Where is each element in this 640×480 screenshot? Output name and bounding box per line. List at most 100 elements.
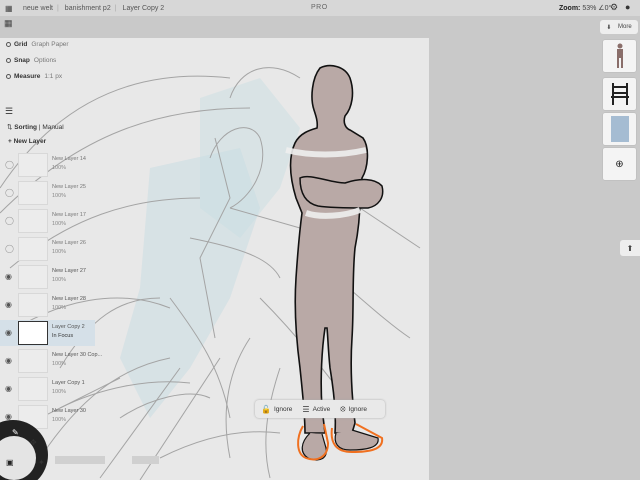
eye-icon[interactable]: ◉ <box>5 328 12 337</box>
breadcrumb-project[interactable]: neue welt <box>23 5 53 12</box>
layer-thumbnail <box>18 209 48 233</box>
eraser-tool-icon[interactable]: ✦ <box>38 458 45 467</box>
plus-circle-icon: ⊕ <box>615 158 624 170</box>
layer-row-active[interactable]: ◉ Layer Copy 2 In Focus <box>0 320 95 346</box>
layer-opacity: 100% <box>52 417 67 423</box>
layer-scrollbar[interactable] <box>55 456 105 464</box>
layer-thumbnail <box>18 349 48 373</box>
layer-name: Layer Copy 1 <box>52 380 85 386</box>
chair-thumbnail-icon <box>610 83 629 105</box>
sorting-toggle[interactable]: ⇅ Sorting | Manual <box>7 123 64 131</box>
layer-row[interactable]: ◯ New Layer 26 100% <box>0 236 95 262</box>
layer-thumbnail <box>18 377 48 401</box>
layer-row[interactable]: ◉ Layer Copy 1 100% <box>0 376 95 402</box>
measure-value: 1:1 px <box>44 73 63 80</box>
sorting-label: Sorting <box>14 124 38 131</box>
eye-closed-icon[interactable]: ◯ <box>5 160 14 169</box>
more-button[interactable]: ⬇ More <box>600 20 638 34</box>
eye-icon[interactable]: ◉ <box>5 300 12 309</box>
lock-toggle[interactable]: 🔓 Ignore <box>261 405 292 414</box>
layer-thumbnail <box>18 321 48 345</box>
measure-label: Measure <box>14 73 41 80</box>
pen-tool-icon[interactable]: ✎ <box>12 428 19 437</box>
layer-thumbnail <box>18 181 48 205</box>
layer-name: New Layer 26 <box>52 240 86 246</box>
pro-badge: PRO <box>311 4 328 11</box>
transform-toggle[interactable]: ⦻ Ignore <box>340 404 367 414</box>
transform-label: Ignore <box>348 405 368 413</box>
layer-opacity: 100% <box>52 389 67 395</box>
list-icon: ☰ <box>302 404 310 414</box>
radio-icon <box>6 41 11 47</box>
breadcrumb-file[interactable]: banishment p2 <box>65 5 111 12</box>
top-bar: ▦ neue welt | banishment p2 | Layer Copy… <box>0 0 640 16</box>
new-layer-label: New Layer <box>13 138 47 145</box>
snap-value: Options <box>33 57 57 64</box>
layers-panel: ▦ Grid Graph Paper Snap Options Measure 1:1… <box>0 16 102 480</box>
layer-row[interactable]: ◉ New Layer 28 100% <box>0 292 95 318</box>
layer-scrollbar-thumb[interactable] <box>132 456 159 464</box>
layer-opacity: 100% <box>52 221 67 227</box>
eye-icon[interactable]: ◉ <box>5 384 12 393</box>
layer-thumbnail <box>18 153 48 177</box>
grid-option[interactable]: Grid Graph Paper <box>6 41 69 48</box>
share-icon: ⬆ <box>626 243 634 253</box>
layer-thumbnail <box>18 237 48 261</box>
transform-off-icon: ⦻ <box>340 404 346 413</box>
blue-swatch-thumbnail <box>610 116 629 142</box>
layer-opacity: 100% <box>52 193 67 199</box>
snap-label: Snap <box>14 57 30 64</box>
radio-icon <box>6 73 11 79</box>
layer-opacity: 100% <box>52 361 67 367</box>
zoom-value: 53% ∠0° <box>582 5 612 12</box>
mode-label: Active <box>312 405 331 413</box>
figure-thumbnail-icon <box>616 43 623 68</box>
color-swatch-icon[interactable]: ▣ <box>6 458 14 467</box>
layer-thumbnail <box>18 293 48 317</box>
layer-name: New Layer 30 <box>52 408 86 414</box>
eye-icon[interactable]: ◉ <box>5 272 12 281</box>
breadcrumb-separator: | <box>114 4 117 12</box>
measure-option[interactable]: Measure 1:1 px <box>6 73 62 80</box>
reference-figure-thumbnail[interactable] <box>603 40 636 72</box>
layer-row[interactable]: ◉ New Layer 27 100% <box>0 264 95 290</box>
hamburger-menu-icon[interactable]: ☰ <box>5 106 13 117</box>
layer-name: New Layer 27 <box>52 268 86 274</box>
eye-closed-icon[interactable]: ◯ <box>5 216 14 225</box>
layer-opacity: 100% <box>52 305 67 311</box>
layer-row[interactable]: ◯ New Layer 25 100% <box>0 180 95 206</box>
grid-value: Graph Paper <box>31 41 69 48</box>
eye-closed-icon[interactable]: ◯ <box>5 188 14 197</box>
layer-name: New Layer 14 <box>52 156 86 162</box>
layer-row[interactable]: ◉ New Layer 30 Cop... 100% <box>0 348 102 374</box>
add-reference-button[interactable]: ⊕ <box>603 148 636 180</box>
reference-chair-thumbnail[interactable] <box>603 78 636 110</box>
person-icon[interactable]: ● <box>625 2 630 12</box>
breadcrumb-separator: | <box>56 4 59 12</box>
download-icon: ⬇ <box>606 24 612 31</box>
eye-closed-icon[interactable]: ◯ <box>5 244 14 253</box>
layer-opacity: 100% <box>52 277 67 283</box>
snap-option[interactable]: Snap Options <box>6 57 56 64</box>
unlock-icon: 🔓 <box>261 404 271 414</box>
share-button[interactable]: ⬆ <box>620 240 640 256</box>
mode-toggle[interactable]: ☰ Active <box>302 405 330 414</box>
zoom-indicator[interactable]: Zoom: 53% ∠0° <box>559 4 611 12</box>
layer-row[interactable]: ◯ New Layer 17 100% <box>0 208 95 234</box>
layer-name: New Layer 28 <box>52 296 86 302</box>
layer-name: New Layer 17 <box>52 212 86 218</box>
gear-icon[interactable]: ⚙ <box>610 2 618 13</box>
radio-icon <box>6 57 11 63</box>
grid-menu-icon[interactable]: ▦ <box>4 18 18 32</box>
brush-tool-icon[interactable]: ✥ <box>30 438 37 447</box>
zoom-label: Zoom: <box>559 5 581 12</box>
new-layer-button[interactable]: + New Layer <box>8 138 46 145</box>
layer-thumbnail <box>18 265 48 289</box>
breadcrumb-layer[interactable]: Layer Copy 2 <box>123 5 165 12</box>
layer-row[interactable]: ◯ New Layer 14 100% <box>0 152 95 178</box>
layer-name: New Layer 30 Cop... <box>52 352 103 358</box>
reference-blue-thumbnail[interactable] <box>603 113 636 145</box>
eye-icon[interactable]: ◉ <box>5 356 12 365</box>
lock-label: Ignore <box>273 405 293 413</box>
apps-grid-icon[interactable]: ▦ <box>5 4 17 13</box>
